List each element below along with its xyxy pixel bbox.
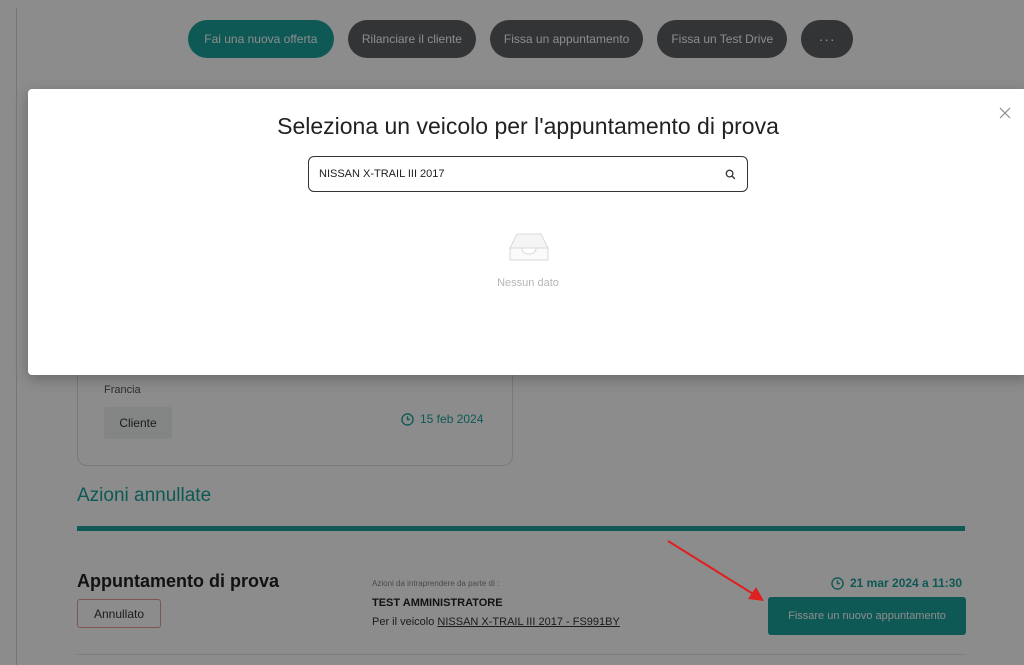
vehicle-search-input[interactable] [319,168,723,180]
close-icon[interactable] [996,104,1014,122]
annotation-arrow [667,540,764,601]
empty-inbox-icon [509,233,549,261]
search-icon[interactable] [723,167,737,181]
vehicle-search-box [308,156,748,192]
modal-title: Seleziona un veicolo per l'appuntamento … [277,113,779,139]
empty-state-text: Nessun dato [497,277,559,289]
vehicle-select-modal: Seleziona un veicolo per l'appuntamento … [28,89,1024,375]
